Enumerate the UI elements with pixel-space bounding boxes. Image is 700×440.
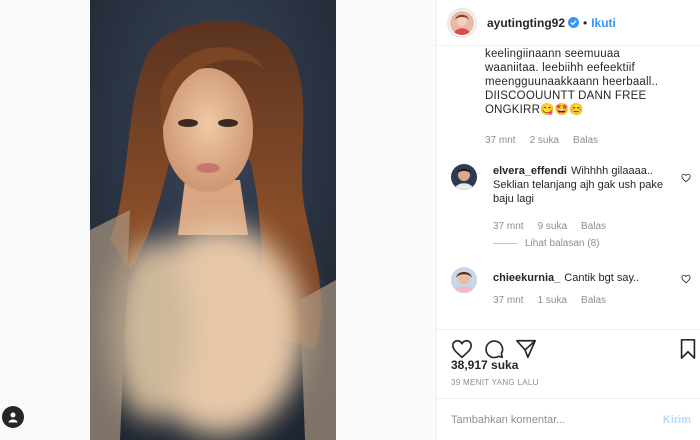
post-header: ayutingting92 • Ikuti <box>437 0 700 46</box>
comment-input[interactable] <box>451 413 663 426</box>
caption-line: waaniitaa. leebiihh eefeektiif <box>485 62 635 74</box>
comment-username[interactable]: elvera_effendi <box>493 165 567 177</box>
caption-meta: 37 mnt 2 suka Balas <box>485 135 598 146</box>
comment-like-heart-icon[interactable] <box>681 274 691 284</box>
commenter-avatar[interactable] <box>451 164 477 190</box>
comment-meta: 37 mnt 1 suka Balas <box>493 295 606 306</box>
follow-button[interactable]: Ikuti <box>591 16 616 30</box>
author-avatar-ring[interactable] <box>447 7 477 38</box>
add-comment-bar: Kirim <box>437 398 700 440</box>
heart-icon[interactable] <box>451 338 473 360</box>
separator-dot: • <box>583 15 588 30</box>
comment-time[interactable]: 37 mnt <box>493 295 524 306</box>
caption-text: keelingiinaann seemuuaa waaniitaa. leebi… <box>485 47 695 117</box>
post-details-panel: ayutingting92 • Ikuti keelingiinaann see… <box>436 0 700 440</box>
comment-like-heart-icon[interactable] <box>681 173 691 183</box>
comment-icon[interactable] <box>483 338 505 360</box>
verified-badge-icon <box>568 17 580 28</box>
post-image <box>90 0 336 440</box>
post-timestamp[interactable]: 39 MENIT YANG LALU <box>451 378 539 387</box>
view-replies-label[interactable]: Lihat balasan (8) <box>525 238 600 249</box>
post-comment-button[interactable]: Kirim <box>663 414 691 426</box>
replies-line <box>493 243 517 244</box>
caption-likes[interactable]: 2 suka <box>530 135 559 146</box>
comment-time[interactable]: 37 mnt <box>493 221 524 232</box>
comment-username[interactable]: chieekurnia_ <box>493 272 560 284</box>
caption-line: meengguunaakkaann heerbaall.. <box>485 76 659 88</box>
caption-reply-button[interactable]: Balas <box>573 135 598 146</box>
bookmark-icon[interactable] <box>677 338 699 360</box>
caption-time[interactable]: 37 mnt <box>485 135 516 146</box>
commenter-avatar[interactable] <box>451 267 477 293</box>
caption-line: ONGKIRR😋🤩😊 <box>485 104 584 116</box>
instagram-post-view: ayutingting92 • Ikuti keelingiinaann see… <box>0 0 700 440</box>
caption-line: DIISCOOUUNTT DANN FREE <box>485 90 647 102</box>
comment-reply-button[interactable]: Balas <box>581 295 606 306</box>
comment-meta: 37 mnt 9 suka Balas <box>493 221 606 232</box>
comment-likes[interactable]: 1 suka <box>538 295 567 306</box>
comments-list[interactable]: keelingiinaann seemuuaa waaniitaa. leebi… <box>437 47 700 329</box>
caption-line: keelingiinaann seemuuaa <box>485 48 621 60</box>
author-avatar[interactable] <box>450 10 474 35</box>
comment-reply-button[interactable]: Balas <box>581 221 606 232</box>
post-photo[interactable] <box>90 0 336 440</box>
author-username[interactable]: ayutingting92 <box>487 16 565 30</box>
share-icon[interactable] <box>515 338 537 360</box>
profile-menu-icon[interactable] <box>2 406 24 428</box>
comment-text: chieekurnia_ Cantik bgt say.. <box>493 271 673 285</box>
comment-text: elvera_effendi Wihhhh gilaaaa.. Seklian t… <box>493 164 673 206</box>
comment-likes[interactable]: 9 suka <box>538 221 567 232</box>
likes-count[interactable]: 38,917 suka <box>451 358 518 372</box>
view-replies-button[interactable]: Lihat balasan (8) <box>493 238 600 249</box>
comment-body: Cantik bgt say.. <box>564 272 640 284</box>
